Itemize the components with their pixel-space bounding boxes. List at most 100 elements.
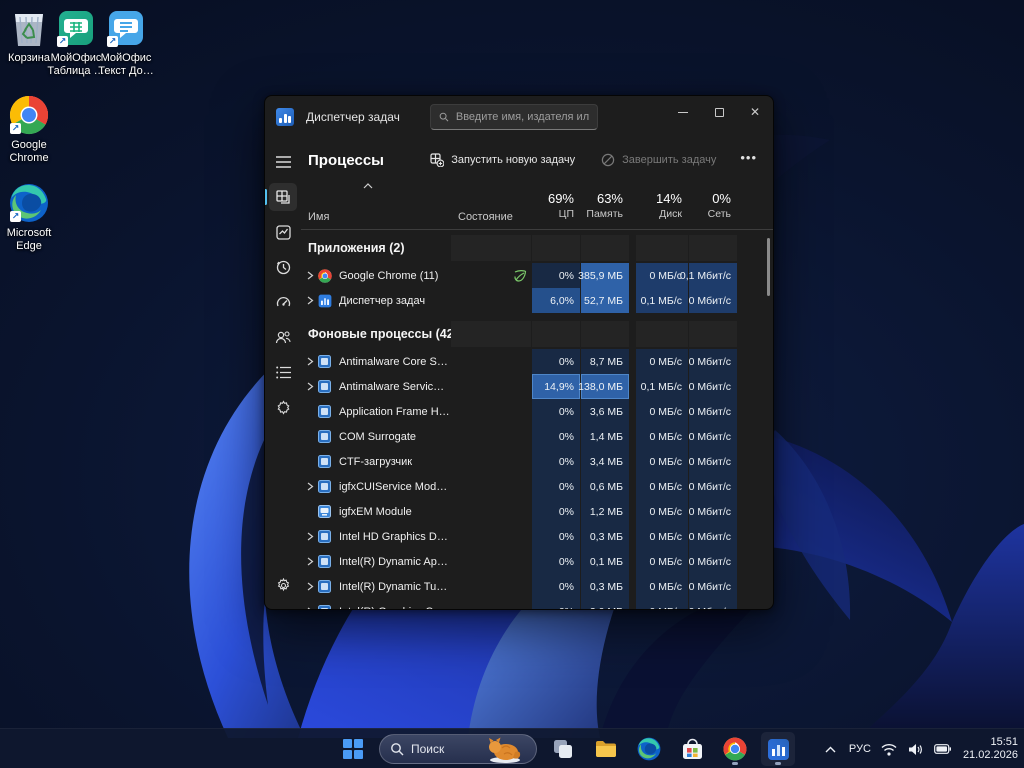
- process-search-input[interactable]: Введите имя, издателя или PI...: [430, 104, 598, 130]
- history-clock-icon: [276, 260, 291, 275]
- process-name: igfxEM Module: [339, 506, 412, 518]
- wifi-icon[interactable]: [880, 740, 898, 758]
- disk-total: 14%: [656, 191, 682, 207]
- process-icon: [318, 380, 332, 394]
- process-row[interactable]: Intel(R) Dynamic Tuning Service 0% 0,3 М…: [301, 574, 773, 599]
- shortcut-arrow-icon: ↗: [10, 211, 21, 222]
- process-name: CTF-загрузчик: [339, 456, 412, 468]
- desktop-icon-google-chrome[interactable]: ↗ Google Chrome: [0, 95, 60, 165]
- sidebar-item-services[interactable]: [269, 393, 297, 421]
- desktop-icon-myoffice-text[interactable]: ↗ МойОфис Текст До…: [95, 8, 157, 78]
- start-button[interactable]: [336, 732, 370, 766]
- performance-icon: [276, 225, 291, 240]
- maximize-button[interactable]: [701, 96, 737, 128]
- tray-clock[interactable]: 15:51 21.02.2026: [961, 736, 1018, 762]
- process-icon: [318, 405, 332, 419]
- details-list-icon: [276, 366, 291, 379]
- process-name: COM Surrogate: [339, 431, 416, 443]
- desktop-icon-microsoft-edge[interactable]: ↗ Microsoft Edge: [0, 183, 60, 253]
- task-manager-taskbar-button[interactable]: [761, 732, 795, 766]
- process-row[interactable]: Google Chrome (11) 0% 385,9 МБ 0 МБ/с 0,…: [301, 263, 773, 288]
- column-header-status[interactable]: Состояние: [451, 182, 531, 229]
- taskbar-search-input[interactable]: Поиск: [379, 734, 537, 764]
- nav-menu-button[interactable]: [269, 148, 297, 176]
- file-explorer-button[interactable]: [589, 732, 623, 766]
- volume-icon[interactable]: [907, 740, 925, 758]
- search-placeholder: Поиск: [411, 742, 444, 756]
- process-row[interactable]: igfxCUIService Module 0% 0,6 МБ 0 МБ/с 0…: [301, 474, 773, 499]
- cpu-cell: 0%: [532, 424, 580, 449]
- column-header-disk[interactable]: 14% Диск: [636, 182, 688, 229]
- minimize-button[interactable]: [665, 96, 701, 128]
- process-row[interactable]: Antimalware Core Service 0% 8,7 МБ 0 МБ/…: [301, 349, 773, 374]
- recycle-bin-icon: [9, 8, 49, 48]
- search-highlight-cat-icon[interactable]: [482, 734, 526, 764]
- expand-chevron-icon[interactable]: [301, 607, 318, 609]
- close-button[interactable]: ✕: [737, 96, 773, 128]
- expand-chevron-icon[interactable]: [301, 271, 318, 280]
- processes-icon: [276, 190, 291, 205]
- microsoft-store-button[interactable]: [675, 732, 709, 766]
- process-row[interactable]: COM Surrogate 0% 1,4 МБ 0 МБ/с 0 Мбит/с: [301, 424, 773, 449]
- startup-gauge-icon: [276, 295, 291, 310]
- process-icon: [318, 355, 332, 369]
- sidebar-item-details[interactable]: [269, 358, 297, 386]
- sidebar-item-settings[interactable]: [269, 571, 297, 599]
- cpu-cell: 0%: [532, 449, 580, 474]
- battery-icon[interactable]: [934, 740, 952, 758]
- sidebar-item-performance[interactable]: [269, 218, 297, 246]
- taskbar: Поиск: [0, 728, 1024, 768]
- process-row[interactable]: Antimalware Service Executable 14,9% 138…: [301, 374, 773, 399]
- store-icon: [681, 738, 704, 761]
- more-options-button[interactable]: •••: [736, 150, 761, 171]
- expand-chevron-icon[interactable]: [301, 296, 318, 305]
- expand-chevron-icon[interactable]: [301, 382, 318, 391]
- sidebar-item-processes[interactable]: [269, 183, 297, 211]
- run-new-task-button[interactable]: Запустить новую задачу: [424, 148, 581, 172]
- column-header-name[interactable]: Имя: [301, 182, 450, 229]
- process-name: Application Frame Host: [339, 406, 450, 418]
- process-row[interactable]: CTF-загрузчик 0% 3,4 МБ 0 МБ/с 0 Мбит/с: [301, 449, 773, 474]
- run-new-task-label: Запустить новую задачу: [451, 154, 575, 166]
- window-titlebar[interactable]: Диспетчер задач Введите имя, издателя ил…: [265, 96, 773, 138]
- task-manager-window: Диспетчер задач Введите имя, издателя ил…: [264, 95, 774, 610]
- column-header-memory[interactable]: 63% Память: [581, 182, 629, 229]
- expand-chevron-icon[interactable]: [301, 482, 318, 491]
- expand-chevron-icon[interactable]: [301, 357, 318, 366]
- scrollbar-thumb[interactable]: [767, 238, 770, 296]
- status-cell: [451, 449, 531, 474]
- search-placeholder: Введите имя, издателя или PI...: [456, 111, 589, 123]
- process-row[interactable]: Intel(R) Graphics Command C… 0% 3,0 МБ 0…: [301, 599, 773, 609]
- memory-cell: 138,0 МБ: [581, 374, 629, 399]
- process-row[interactable]: Intel(R) Dynamic Application L… 0% 0,1 М…: [301, 549, 773, 574]
- sidebar-item-users[interactable]: [269, 323, 297, 351]
- disk-cell: 0 МБ/с: [636, 424, 688, 449]
- tray-chevron-up-icon[interactable]: [822, 740, 840, 758]
- expand-chevron-icon[interactable]: [301, 582, 318, 591]
- chrome-taskbar-button[interactable]: [718, 732, 752, 766]
- column-header-network[interactable]: 0% Сеть: [689, 182, 737, 229]
- expand-chevron-icon[interactable]: [301, 557, 318, 566]
- process-row[interactable]: Диспетчер задач 6,0% 52,7 МБ 0,1 МБ/с 0 …: [301, 288, 773, 313]
- end-task-button[interactable]: Завершить задачу: [595, 148, 722, 172]
- process-row[interactable]: Application Frame Host 0% 3,6 МБ 0 МБ/с …: [301, 399, 773, 424]
- process-row[interactable]: Intel HD Graphics Drivers for … 0% 0,3 М…: [301, 524, 773, 549]
- process-group-header[interactable]: Фоновые процессы (42): [301, 321, 773, 347]
- cpu-cell: 0%: [532, 399, 580, 424]
- network-cell: 0 Мбит/с: [689, 499, 737, 524]
- edge-taskbar-button[interactable]: [632, 732, 666, 766]
- process-icon: [318, 505, 332, 519]
- process-icon: [318, 294, 332, 308]
- language-indicator[interactable]: РУС: [849, 743, 871, 755]
- column-header-cpu[interactable]: 69% ЦП: [532, 182, 580, 229]
- memory-cell: 3,6 МБ: [581, 399, 629, 424]
- search-icon: [390, 742, 404, 756]
- expand-chevron-icon[interactable]: [301, 532, 318, 541]
- sidebar-item-app-history[interactable]: [269, 253, 297, 281]
- process-row[interactable]: igfxEM Module 0% 1,2 МБ 0 МБ/с 0 Мбит/с: [301, 499, 773, 524]
- process-group-header[interactable]: Приложения (2): [301, 235, 773, 261]
- sidebar-item-startup-apps[interactable]: [269, 288, 297, 316]
- task-view-button[interactable]: [546, 732, 580, 766]
- memory-cell: 385,9 МБ: [581, 263, 629, 288]
- file-explorer-icon: [594, 737, 618, 761]
